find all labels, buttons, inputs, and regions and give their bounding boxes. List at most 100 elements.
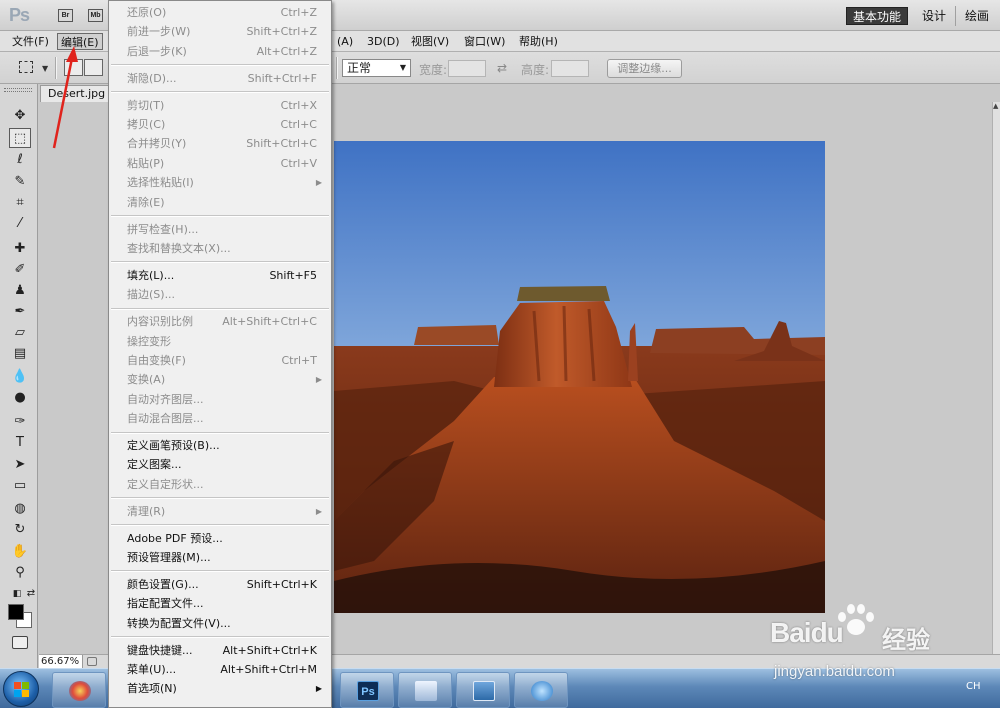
add-selection-icon[interactable] <box>84 59 103 76</box>
type-tool-icon[interactable]: T <box>9 433 31 453</box>
rectangular-marquee-tool-icon[interactable]: ⬚ <box>9 128 31 148</box>
refine-edge-button[interactable]: 调整边缘... <box>607 59 682 78</box>
menu-item-label: 清除(E) <box>127 195 165 209</box>
notes-icon <box>415 681 437 701</box>
menu-view[interactable]: 视图(V) <box>408 33 452 50</box>
marquee-preset-icon[interactable] <box>19 61 33 73</box>
height-field[interactable] <box>551 60 589 77</box>
document-info-icon[interactable] <box>87 657 97 666</box>
blur-tool-icon[interactable]: 💧 <box>9 367 31 387</box>
rectangle-shape-tool-icon[interactable]: ▭ <box>9 476 31 496</box>
menu-3d[interactable]: 3D(D) <box>364 33 403 50</box>
vertical-scrollbar[interactable]: ▲ <box>992 102 1000 654</box>
foreground-color-swatch[interactable] <box>8 604 24 620</box>
edit-menu-item[interactable]: 自动混合图层... <box>109 409 331 428</box>
taskbar-app-button[interactable] <box>52 672 106 708</box>
brush-tool-icon[interactable]: ✐ <box>9 260 31 280</box>
zoom-tool-icon[interactable]: ⚲ <box>9 563 31 583</box>
lasso-tool-icon[interactable]: ℓ <box>9 150 31 170</box>
edit-menu-item[interactable]: 操控变形 <box>109 332 331 351</box>
edit-menu-item[interactable]: 粘贴(P) Ctrl+V <box>109 154 331 173</box>
edit-menu-item[interactable]: 预设管理器(M)... <box>109 548 331 567</box>
menu-file[interactable]: 文件(F) <box>9 33 52 50</box>
edit-menu-item[interactable]: 清除(E) <box>109 193 331 212</box>
3d-orbit-tool-icon[interactable]: ↻ <box>9 520 31 540</box>
workspace-design-button[interactable]: 设计 <box>916 7 952 25</box>
workspace-painting-button[interactable]: 绘画 <box>959 7 995 25</box>
edit-menu-item[interactable]: 键盘快捷键... Alt+Shift+Ctrl+K <box>109 641 331 660</box>
pen-tool-icon[interactable]: ✑ <box>9 412 31 432</box>
workspace-essentials-button[interactable]: 基本功能 <box>846 7 909 25</box>
menu-item-label: 填充(L)... <box>127 268 175 282</box>
submenu-arrow-icon: ▶ <box>315 178 322 188</box>
taskbar-photoshop-button[interactable]: Ps <box>340 672 394 708</box>
edit-menu-item[interactable]: 自由变换(F) Ctrl+T <box>109 351 331 370</box>
panel-grip[interactable] <box>4 88 32 92</box>
history-brush-tool-icon[interactable]: ✒ <box>9 302 31 322</box>
edit-menu-item[interactable]: 清理(R) ▶ <box>109 502 331 521</box>
chevron-down-icon: ▼ <box>399 63 406 72</box>
taskbar-chat-button[interactable] <box>514 672 568 708</box>
hand-tool-icon[interactable]: ✋ <box>9 542 31 562</box>
edit-menu-item[interactable]: 定义自定形状... <box>109 475 331 494</box>
edit-menu-item[interactable]: 菜单(U)... Alt+Shift+Ctrl+M <box>109 660 331 679</box>
edit-menu-item[interactable]: 剪切(T) Ctrl+X <box>109 96 331 115</box>
edit-menu-item[interactable]: 拼写检查(H)... <box>109 220 331 239</box>
edit-menu-item[interactable]: 内容识别比例 Alt+Shift+Ctrl+C <box>109 312 331 331</box>
edit-menu-item[interactable]: 描边(S)... <box>109 285 331 304</box>
edit-menu-item[interactable]: 后退一步(K) Alt+Ctrl+Z <box>109 42 331 61</box>
edit-menu-item[interactable]: 转换为配置文件(V)... <box>109 614 331 633</box>
crop-tool-icon[interactable]: ⌗ <box>9 193 31 213</box>
3d-rotate-tool-icon[interactable]: ◍ <box>9 499 31 519</box>
menu-item-shortcut: Shift+Ctrl+C <box>246 137 317 151</box>
quick-mask-icon[interactable] <box>12 636 28 649</box>
edit-menu-item[interactable]: 填充(L)... Shift+F5 <box>109 266 331 285</box>
style-select[interactable]: 正常 ▼ <box>342 59 411 77</box>
swap-dimensions-icon[interactable]: ⇄ <box>497 61 507 75</box>
menu-help[interactable]: 帮助(H) <box>516 33 561 50</box>
language-indicator[interactable]: CH <box>966 681 981 692</box>
edit-menu-item[interactable]: 查找和替换文本(X)... <box>109 239 331 258</box>
edit-menu-item[interactable]: Adobe PDF 预设... <box>109 529 331 548</box>
dodge-tool-icon[interactable]: ● <box>9 388 31 408</box>
menu-item-shortcut: Shift+F5 <box>269 268 317 282</box>
menu-item-shortcut: Ctrl+V <box>280 156 317 170</box>
menu-window[interactable]: 窗口(W) <box>461 33 508 50</box>
taskbar-notes-button[interactable] <box>398 672 452 708</box>
quick-selection-tool-icon[interactable]: ✎ <box>9 172 31 192</box>
mini-bridge-icon[interactable]: Mb <box>88 9 103 22</box>
menu-hidden-end[interactable]: (A) <box>334 33 356 50</box>
move-tool-icon[interactable]: ✥ <box>9 106 31 126</box>
edit-menu-item[interactable]: 渐隐(D)... Shift+Ctrl+F <box>109 69 331 88</box>
taskbar-image-viewer-button[interactable] <box>456 672 510 708</box>
edit-menu-item[interactable]: 选择性粘贴(I) ▶ <box>109 173 331 192</box>
start-button[interactable] <box>3 671 39 707</box>
edit-menu-item[interactable]: 指定配置文件... <box>109 594 331 613</box>
menu-item-shortcut: Alt+Shift+Ctrl+K <box>222 643 317 657</box>
menu-separator <box>111 91 329 94</box>
clone-stamp-tool-icon[interactable]: ♟ <box>9 281 31 301</box>
eraser-tool-icon[interactable]: ▱ <box>9 323 31 343</box>
gradient-tool-icon[interactable]: ▤ <box>9 344 31 364</box>
edit-menu-item[interactable]: 定义画笔预设(B)... <box>109 436 331 455</box>
healing-brush-tool-icon[interactable]: ✚ <box>9 239 31 259</box>
menu-item-label: 键盘快捷键... <box>127 643 193 657</box>
edit-menu-item[interactable]: 定义图案... <box>109 455 331 474</box>
edit-menu-item[interactable]: 拷贝(C) Ctrl+C <box>109 115 331 134</box>
watermark-url: jingyan.baidu.com <box>774 663 895 680</box>
edit-menu-item[interactable]: 颜色设置(G)... Shift+Ctrl+K <box>109 575 331 594</box>
edit-menu-item[interactable]: 首选项(N) ▶ <box>109 679 331 698</box>
scroll-up-icon[interactable]: ▲ <box>993 102 998 110</box>
edit-menu-item[interactable]: 合并拷贝(Y) Shift+Ctrl+C <box>109 134 331 153</box>
path-selection-tool-icon[interactable]: ➤ <box>9 455 31 475</box>
edit-menu-item[interactable]: 前进一步(W) Shift+Ctrl+Z <box>109 22 331 41</box>
edit-menu-item[interactable]: 自动对齐图层... <box>109 390 331 409</box>
menu-item-label: 描边(S)... <box>127 288 176 302</box>
menu-item-label: 查找和替换文本(X)... <box>127 241 231 255</box>
zoom-level-field[interactable]: 66.67% <box>39 655 83 668</box>
width-field[interactable] <box>448 60 486 77</box>
edit-menu-item[interactable]: 变换(A) ▶ <box>109 370 331 389</box>
bridge-launch-icon[interactable]: Br <box>58 9 73 22</box>
edit-menu-item[interactable]: 还原(O) Ctrl+Z <box>109 3 331 22</box>
eyedropper-tool-icon[interactable]: ⁄ <box>9 214 31 234</box>
